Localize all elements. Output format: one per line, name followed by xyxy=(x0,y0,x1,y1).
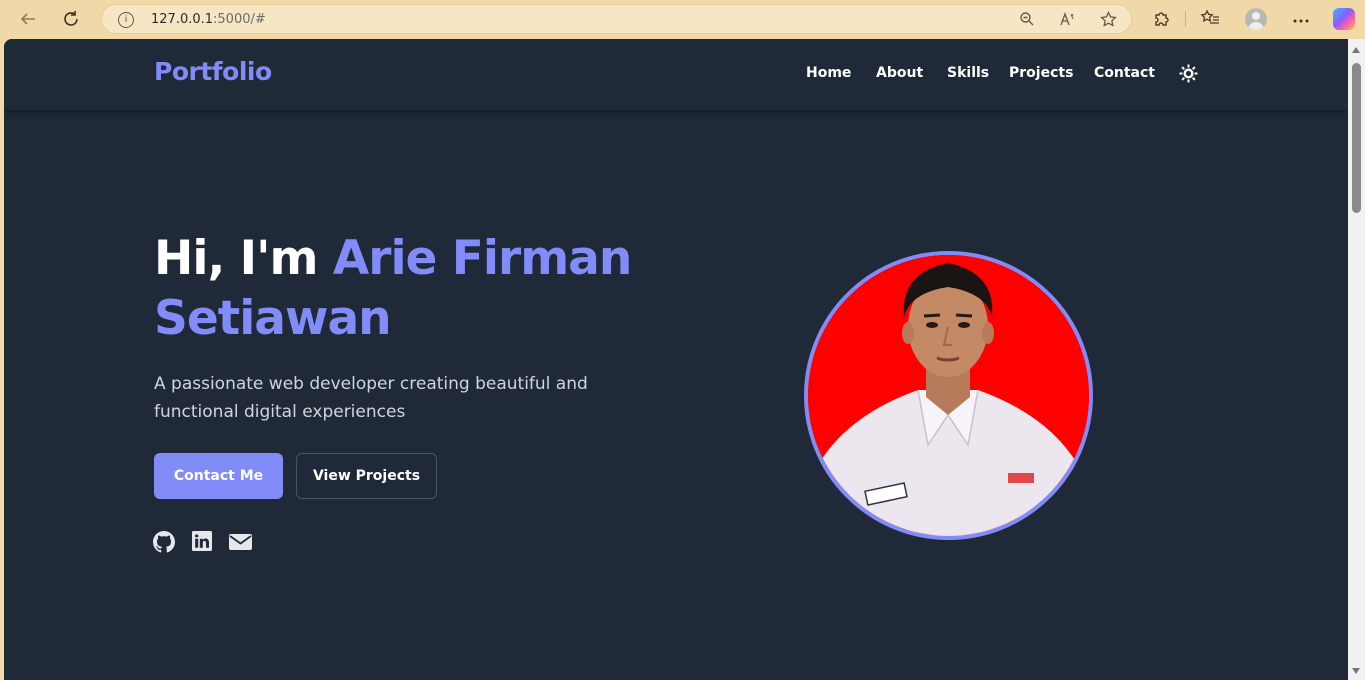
favorites-list-icon[interactable] xyxy=(1200,9,1220,29)
toolbar-divider xyxy=(1185,11,1186,27)
back-icon[interactable] xyxy=(15,6,41,32)
view-projects-button[interactable]: View Projects xyxy=(296,453,437,499)
refresh-icon[interactable] xyxy=(58,6,84,32)
browser-toolbar: i 127.0.0.1:5000/# xyxy=(0,0,1365,39)
url-text: 127.0.0.1:5000/# xyxy=(151,12,266,27)
hero-name-line2: Setiawan xyxy=(154,291,392,346)
hero-name-line1: Arie Firman xyxy=(332,231,632,286)
linkedin-icon[interactable] xyxy=(192,531,214,553)
favorite-icon[interactable] xyxy=(1099,10,1117,29)
hero-subtitle: A passionate web developer creating beau… xyxy=(154,374,588,422)
github-icon[interactable] xyxy=(153,531,175,553)
page-scrollbar[interactable] xyxy=(1348,39,1365,680)
contact-me-button[interactable]: Contact Me xyxy=(154,453,283,499)
info-icon[interactable]: i xyxy=(118,12,134,28)
site-logo[interactable]: Portfolio xyxy=(154,57,272,86)
profile-photo xyxy=(804,251,1093,540)
scroll-up-icon[interactable] xyxy=(1352,47,1360,53)
scroll-down-icon[interactable] xyxy=(1352,668,1360,674)
site-header: Portfolio Home About Skills Projects Con… xyxy=(4,39,1348,110)
email-icon[interactable] xyxy=(229,531,252,553)
nav-contact[interactable]: Contact xyxy=(1094,65,1155,85)
page-viewport: Portfolio Home About Skills Projects Con… xyxy=(4,39,1348,680)
hero-title: Hi, I'm Arie Firman Setiawan xyxy=(154,229,674,349)
profile-portrait xyxy=(808,255,1089,536)
nav-home[interactable]: Home xyxy=(806,65,851,85)
nav-about[interactable]: About xyxy=(876,65,923,85)
hero-greeting: Hi, I'm xyxy=(154,231,333,286)
more-icon[interactable] xyxy=(1291,9,1311,29)
extensions-icon[interactable] xyxy=(1151,9,1171,29)
nav-projects[interactable]: Projects xyxy=(1009,65,1073,85)
sun-icon[interactable] xyxy=(1179,64,1198,83)
nav-skills[interactable]: Skills xyxy=(947,65,989,85)
scrollbar-thumb[interactable] xyxy=(1352,63,1361,213)
profile-icon[interactable] xyxy=(1245,8,1267,30)
read-aloud-icon[interactable] xyxy=(1059,11,1077,29)
copilot-icon[interactable] xyxy=(1333,8,1355,30)
address-bar[interactable]: i 127.0.0.1:5000/# xyxy=(101,4,1132,34)
zoom-icon[interactable] xyxy=(1018,11,1036,29)
